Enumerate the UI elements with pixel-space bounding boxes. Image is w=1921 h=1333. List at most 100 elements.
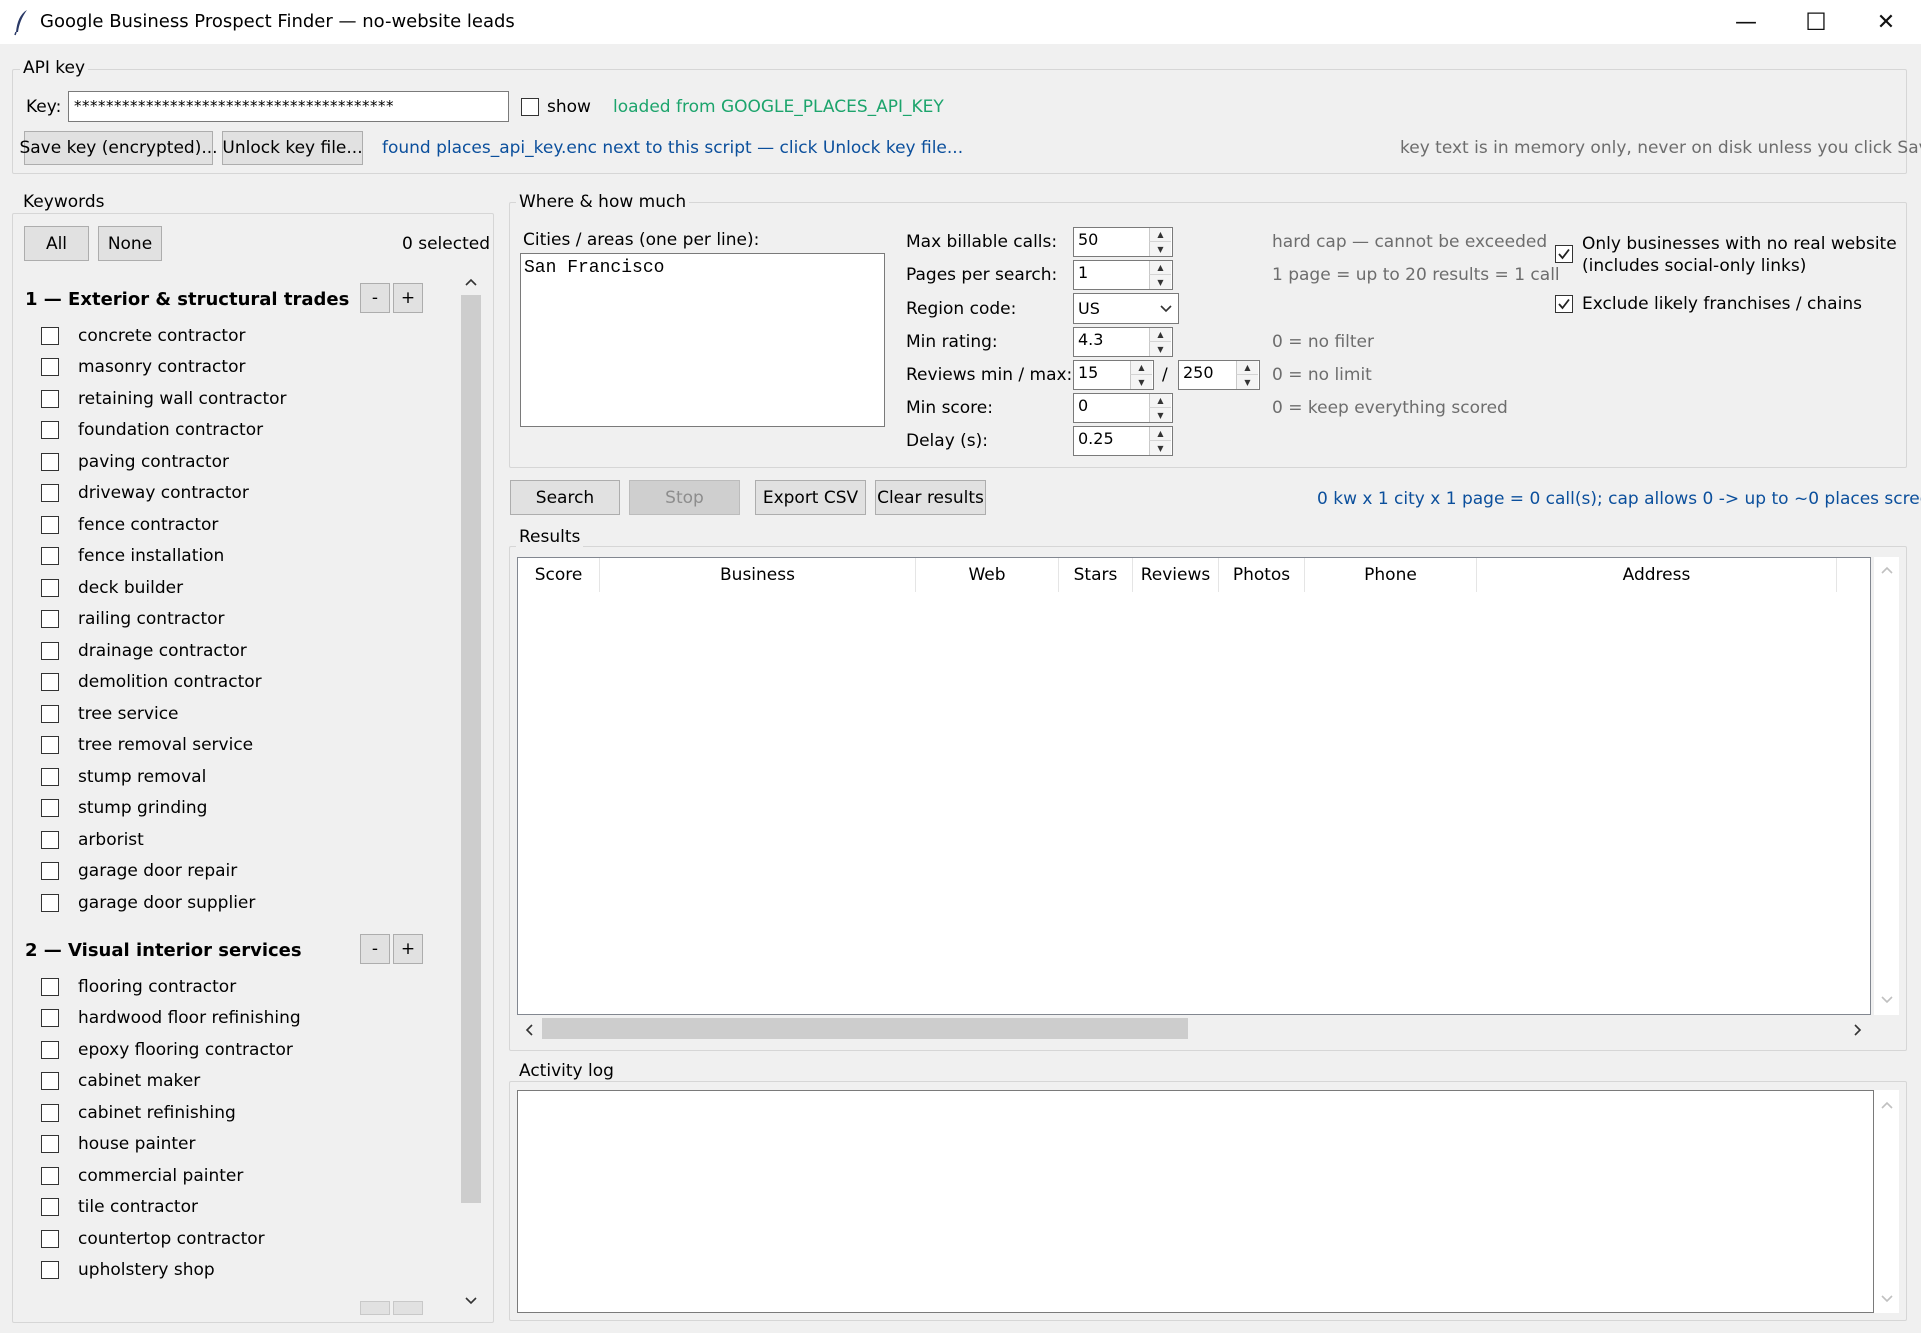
reviews-min-spinbox[interactable]: 15 ▲ ▼	[1073, 360, 1154, 390]
keyword-item[interactable]: flooring contractor	[41, 977, 236, 997]
keyword-item[interactable]: retaining wall contractor	[41, 389, 287, 409]
keyword-checkbox[interactable]	[41, 358, 59, 376]
exclude-franchises-checkbox[interactable]	[1555, 295, 1573, 313]
keyword-item[interactable]: stump grinding	[41, 798, 207, 818]
keyword-item[interactable]: house painter	[41, 1134, 196, 1154]
spin-down-icon[interactable]: ▼	[1149, 342, 1171, 356]
scroll-right-icon[interactable]	[1853, 1023, 1863, 1037]
keyword-checkbox[interactable]	[41, 705, 59, 723]
keyword-checkbox[interactable]	[41, 799, 59, 817]
results-table[interactable]: Score Business Web Stars Reviews Photos …	[517, 557, 1871, 1015]
spin-down-icon[interactable]: ▼	[1149, 408, 1171, 422]
clear-results-button[interactable]: Clear results	[875, 480, 986, 515]
reviews-max-spinbox[interactable]: 250 ▲ ▼	[1178, 360, 1260, 390]
keyword-item[interactable]: hardwood floor refinishing	[41, 1008, 301, 1028]
keyword-checkbox[interactable]	[41, 1230, 59, 1248]
column-header-business[interactable]: Business	[600, 558, 916, 592]
keyword-item[interactable]: stump removal	[41, 767, 206, 787]
keyword-item[interactable]: upholstery shop	[41, 1260, 215, 1280]
keywords-scroll-thumb[interactable]	[461, 295, 481, 1203]
spin-up-icon[interactable]: ▲	[1149, 228, 1171, 242]
spin-down-icon[interactable]: ▼	[1236, 375, 1258, 389]
keyword-item[interactable]: countertop contractor	[41, 1229, 265, 1249]
select-none-button[interactable]: None	[98, 226, 162, 261]
minimize-button[interactable]: —	[1711, 0, 1781, 44]
keyword-checkbox[interactable]	[41, 1198, 59, 1216]
scroll-left-icon[interactable]	[524, 1023, 534, 1037]
no-website-checkbox[interactable]	[1555, 245, 1573, 263]
scroll-down-icon[interactable]	[1880, 1294, 1894, 1304]
results-hscroll-thumb[interactable]	[542, 1018, 1188, 1039]
close-button[interactable]: ✕	[1851, 0, 1921, 44]
scroll-down-icon[interactable]	[464, 1296, 478, 1306]
keyword-checkbox[interactable]	[41, 768, 59, 786]
results-hscrollbar[interactable]	[517, 1015, 1874, 1042]
unlock-key-button[interactable]: Unlock key file...	[222, 131, 363, 165]
keyword-checkbox[interactable]	[41, 484, 59, 502]
scroll-up-icon[interactable]	[1880, 565, 1894, 575]
keyword-item[interactable]: cabinet refinishing	[41, 1103, 236, 1123]
group-expand-button-partial[interactable]	[393, 1301, 423, 1315]
column-header-stars[interactable]: Stars	[1059, 558, 1133, 592]
keyword-item[interactable]: paving contractor	[41, 452, 229, 472]
export-csv-button[interactable]: Export CSV	[755, 480, 866, 515]
column-header-photos[interactable]: Photos	[1219, 558, 1305, 592]
keyword-checkbox[interactable]	[41, 978, 59, 996]
keyword-item[interactable]: foundation contractor	[41, 420, 263, 440]
keyword-item[interactable]: garage door repair	[41, 861, 237, 881]
spin-up-icon[interactable]: ▲	[1149, 261, 1171, 275]
column-header-score[interactable]: Score	[518, 558, 600, 592]
scroll-up-icon[interactable]	[1880, 1100, 1894, 1110]
group-expand-button[interactable]: +	[393, 934, 423, 964]
select-all-button[interactable]: All	[24, 226, 89, 261]
keyword-item[interactable]: tree service	[41, 704, 179, 724]
spin-up-icon[interactable]: ▲	[1149, 328, 1171, 342]
keyword-checkbox[interactable]	[41, 862, 59, 880]
group-expand-button[interactable]: +	[393, 283, 423, 313]
keyword-checkbox[interactable]	[41, 1072, 59, 1090]
api-key-input[interactable]: ****************************************	[68, 91, 509, 122]
keyword-item[interactable]: epoxy flooring contractor	[41, 1040, 293, 1060]
min-rating-spinbox[interactable]: 4.3 ▲ ▼	[1073, 327, 1173, 357]
keyword-checkbox[interactable]	[41, 1041, 59, 1059]
results-vscrollbar[interactable]	[1874, 557, 1899, 1015]
keyword-item[interactable]: demolition contractor	[41, 672, 262, 692]
column-header-address[interactable]: Address	[1477, 558, 1837, 592]
group-collapse-button[interactable]: -	[360, 283, 390, 313]
maximize-button[interactable]: ☐	[1781, 0, 1851, 44]
column-header-phone[interactable]: Phone	[1305, 558, 1477, 592]
stop-button[interactable]: Stop	[629, 480, 740, 515]
keywords-scrollbar[interactable]	[459, 271, 483, 1316]
column-header-web[interactable]: Web	[916, 558, 1059, 592]
keyword-item[interactable]: cabinet maker	[41, 1071, 200, 1091]
keyword-item[interactable]: tile contractor	[41, 1197, 198, 1217]
save-key-button[interactable]: Save key (encrypted)...	[19, 131, 218, 165]
keyword-checkbox[interactable]	[41, 1009, 59, 1027]
group-collapse-button[interactable]: -	[360, 934, 390, 964]
group-collapse-button-partial[interactable]	[360, 1301, 390, 1315]
region-select[interactable]: US	[1073, 293, 1179, 324]
keyword-checkbox[interactable]	[41, 516, 59, 534]
keyword-checkbox[interactable]	[41, 736, 59, 754]
keyword-checkbox[interactable]	[41, 894, 59, 912]
keyword-checkbox[interactable]	[41, 453, 59, 471]
spin-up-icon[interactable]: ▲	[1130, 361, 1152, 375]
spin-down-icon[interactable]: ▼	[1149, 275, 1171, 289]
cities-textarea[interactable]: San Francisco	[520, 253, 885, 427]
keyword-item[interactable]: fence contractor	[41, 515, 218, 535]
spin-down-icon[interactable]: ▼	[1149, 441, 1171, 455]
spin-up-icon[interactable]: ▲	[1149, 427, 1171, 441]
keyword-checkbox[interactable]	[41, 390, 59, 408]
activity-log-textarea[interactable]	[517, 1090, 1874, 1313]
keyword-item[interactable]: arborist	[41, 830, 144, 850]
min-score-spinbox[interactable]: 0 ▲ ▼	[1073, 393, 1173, 423]
activity-log-scrollbar[interactable]	[1874, 1090, 1899, 1313]
keyword-item[interactable]: railing contractor	[41, 609, 225, 629]
delay-spinbox[interactable]: 0.25 ▲ ▼	[1073, 426, 1173, 456]
spin-down-icon[interactable]: ▼	[1149, 242, 1171, 256]
keyword-checkbox[interactable]	[41, 421, 59, 439]
keyword-checkbox[interactable]	[41, 642, 59, 660]
search-button[interactable]: Search	[510, 480, 620, 515]
keyword-checkbox[interactable]	[41, 1167, 59, 1185]
keyword-checkbox[interactable]	[41, 547, 59, 565]
